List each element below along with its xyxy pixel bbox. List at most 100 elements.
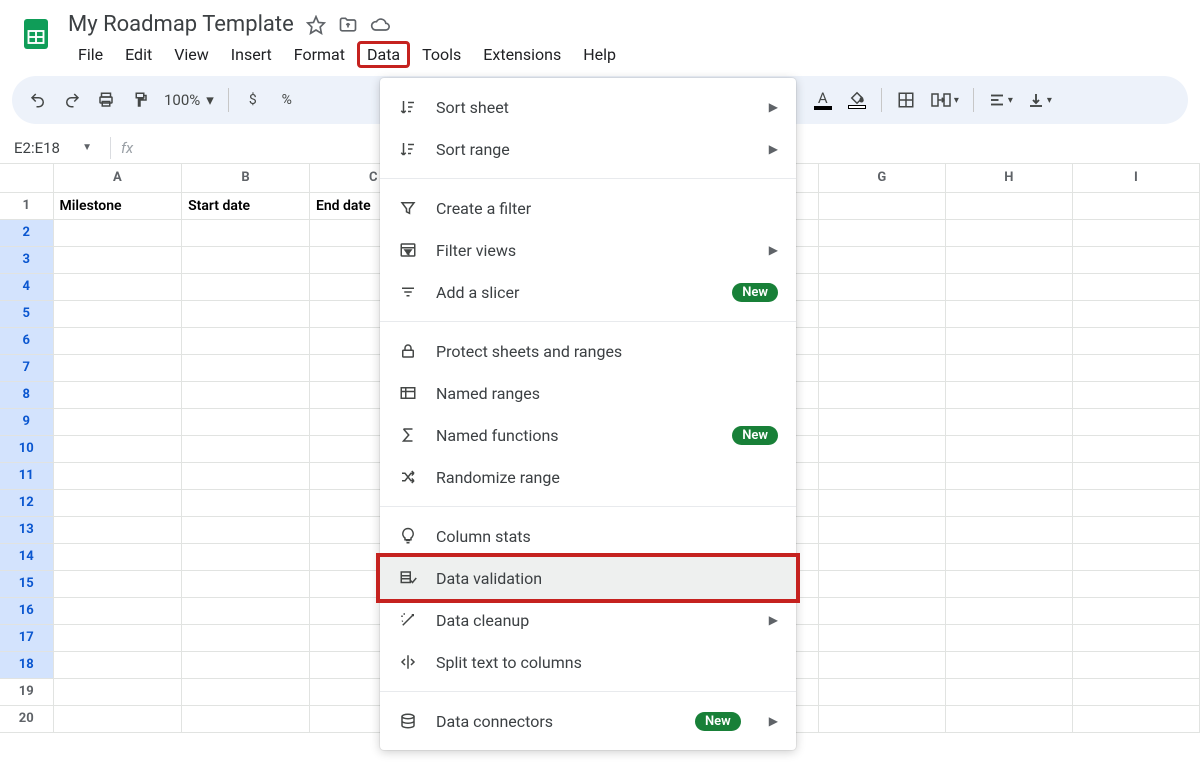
cell[interactable]: Milestone — [53, 192, 182, 219]
menu-file[interactable]: File — [68, 41, 113, 68]
move-to-folder-icon[interactable] — [338, 15, 358, 35]
zoom-dropdown[interactable]: 100%▾ — [164, 91, 214, 109]
borders-button[interactable] — [896, 91, 916, 109]
menu-item-data-cleanup[interactable]: Data cleanup ▶ — [380, 599, 796, 641]
cell[interactable] — [945, 192, 1072, 219]
menu-item-named-functions[interactable]: Named functions New — [380, 414, 796, 456]
cell[interactable] — [182, 705, 310, 732]
column-header[interactable]: B — [182, 164, 310, 192]
cell[interactable] — [945, 219, 1072, 246]
cell[interactable] — [1072, 354, 1199, 381]
cell[interactable] — [818, 516, 945, 543]
column-header[interactable]: G — [818, 164, 945, 192]
menu-edit[interactable]: Edit — [115, 41, 162, 68]
row-header[interactable]: 8 — [0, 381, 53, 408]
cell[interactable] — [945, 705, 1072, 732]
row-header[interactable]: 11 — [0, 462, 53, 489]
cell[interactable] — [182, 246, 310, 273]
cell[interactable] — [818, 678, 945, 705]
cell[interactable] — [1072, 570, 1199, 597]
cell[interactable] — [1072, 435, 1199, 462]
cell[interactable] — [182, 516, 310, 543]
cell[interactable] — [1072, 489, 1199, 516]
menu-item-sort-range[interactable]: Sort range ▶ — [380, 128, 796, 170]
row-header[interactable]: 16 — [0, 597, 53, 624]
cell[interactable] — [818, 192, 945, 219]
cell[interactable] — [53, 408, 182, 435]
row-header[interactable]: 4 — [0, 273, 53, 300]
cell[interactable] — [53, 543, 182, 570]
cell[interactable] — [53, 462, 182, 489]
cell[interactable] — [1072, 192, 1199, 219]
merge-cells-button[interactable]: ▾ — [930, 91, 959, 109]
menu-item-randomize-range[interactable]: Randomize range — [380, 456, 796, 498]
row-header[interactable]: 20 — [0, 705, 53, 732]
row-header[interactable]: 3 — [0, 246, 53, 273]
row-header[interactable]: 15 — [0, 570, 53, 597]
cell[interactable] — [53, 705, 182, 732]
cell[interactable] — [1072, 624, 1199, 651]
cell[interactable] — [182, 219, 310, 246]
cell[interactable] — [53, 678, 182, 705]
row-header[interactable]: 13 — [0, 516, 53, 543]
menu-item-sort-sheet[interactable]: Sort sheet ▶ — [380, 86, 796, 128]
name-box[interactable]: E2:E18 ▼ — [0, 139, 100, 157]
menu-item-protect-sheets[interactable]: Protect sheets and ranges — [380, 330, 796, 372]
cell[interactable] — [818, 543, 945, 570]
redo-button[interactable] — [62, 91, 82, 109]
cell[interactable] — [182, 435, 310, 462]
cell[interactable] — [182, 624, 310, 651]
cell[interactable] — [945, 651, 1072, 678]
select-all-corner[interactable] — [0, 164, 53, 192]
cell[interactable] — [945, 327, 1072, 354]
row-header[interactable]: 2 — [0, 219, 53, 246]
cell[interactable] — [945, 408, 1072, 435]
undo-button[interactable] — [28, 91, 48, 109]
cell[interactable] — [53, 246, 182, 273]
cell[interactable] — [53, 273, 182, 300]
cell[interactable] — [818, 570, 945, 597]
row-header[interactable]: 19 — [0, 678, 53, 705]
cell[interactable] — [945, 489, 1072, 516]
cell[interactable] — [1072, 516, 1199, 543]
cell[interactable] — [818, 408, 945, 435]
row-header[interactable]: 7 — [0, 354, 53, 381]
cell[interactable] — [53, 516, 182, 543]
percent-format-button[interactable]: % — [277, 92, 297, 108]
cell[interactable] — [945, 543, 1072, 570]
menu-view[interactable]: View — [164, 41, 219, 68]
cell[interactable] — [182, 570, 310, 597]
cell[interactable] — [945, 624, 1072, 651]
cell[interactable] — [182, 354, 310, 381]
cell[interactable] — [182, 327, 310, 354]
cell[interactable] — [945, 273, 1072, 300]
row-header[interactable]: 17 — [0, 624, 53, 651]
row-header[interactable]: 18 — [0, 651, 53, 678]
cell[interactable] — [945, 246, 1072, 273]
cell[interactable] — [53, 327, 182, 354]
cell[interactable] — [182, 381, 310, 408]
vertical-align-button[interactable]: ▾ — [1027, 91, 1052, 109]
row-header[interactable]: 10 — [0, 435, 53, 462]
cell[interactable] — [182, 489, 310, 516]
paint-format-button[interactable] — [130, 91, 150, 109]
cell[interactable] — [1072, 327, 1199, 354]
cell[interactable] — [945, 597, 1072, 624]
print-button[interactable] — [96, 91, 116, 109]
cell[interactable] — [182, 300, 310, 327]
cell[interactable] — [818, 435, 945, 462]
menu-item-data-connectors[interactable]: Data connectors New ▶ — [380, 700, 796, 742]
row-header[interactable]: 6 — [0, 327, 53, 354]
menu-item-add-slicer[interactable]: Add a slicer New — [380, 271, 796, 313]
cell[interactable] — [53, 300, 182, 327]
cell[interactable] — [1072, 597, 1199, 624]
cell[interactable] — [182, 651, 310, 678]
column-header[interactable]: H — [945, 164, 1072, 192]
cell[interactable] — [818, 489, 945, 516]
menu-insert[interactable]: Insert — [221, 41, 282, 68]
cell[interactable] — [182, 408, 310, 435]
text-color-button[interactable]: A — [813, 91, 833, 110]
menu-item-filter-views[interactable]: Filter views ▶ — [380, 229, 796, 271]
cell[interactable] — [818, 327, 945, 354]
cell[interactable] — [945, 435, 1072, 462]
